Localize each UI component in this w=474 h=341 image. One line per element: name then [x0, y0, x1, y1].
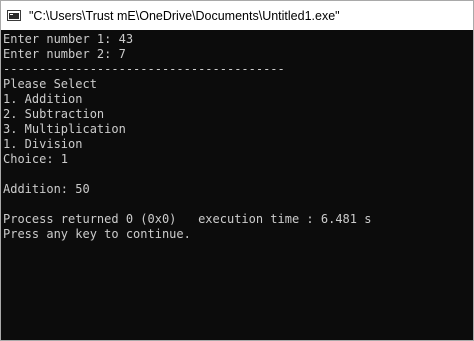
console-line: Process returned 0 (0x0) execution time …: [3, 212, 372, 226]
console-line: 3. Multiplication: [3, 122, 126, 136]
console-window-icon: [7, 10, 21, 21]
console-line: Please Select: [3, 77, 97, 91]
console-line: 2. Subtraction: [3, 107, 105, 121]
window-title: "C:\Users\Trust mE\OneDrive\Documents\Un…: [29, 8, 340, 23]
console-line: 1. Division: [3, 137, 83, 151]
console-line: 1. Addition: [3, 92, 83, 106]
console-line: Enter number 2: 7: [3, 47, 126, 61]
console-line: Press any key to continue.: [3, 227, 191, 241]
console-line: Choice: 1: [3, 152, 69, 166]
console-line: Addition: 50: [3, 182, 90, 196]
console-line: ---------------------------------------: [3, 62, 285, 76]
console-window: "C:\Users\Trust mE\OneDrive\Documents\Un…: [0, 0, 474, 341]
console-line: Enter number 1: 43: [3, 32, 134, 46]
title-bar[interactable]: "C:\Users\Trust mE\OneDrive\Documents\Un…: [1, 1, 473, 30]
console-output[interactable]: Enter number 1: 43 Enter number 2: 7 ---…: [1, 30, 473, 340]
